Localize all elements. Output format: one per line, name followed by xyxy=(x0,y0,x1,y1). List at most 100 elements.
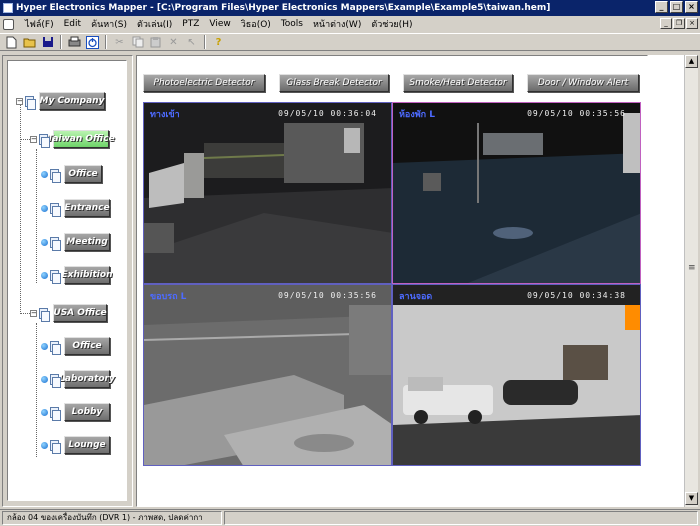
tree-button-my-company[interactable]: My Company xyxy=(39,92,105,110)
pointer-icon[interactable]: ↖ xyxy=(184,35,199,50)
tree-button-camera[interactable]: Lounge xyxy=(64,436,110,454)
tree-node-usa-office[interactable]: − USA Office xyxy=(30,304,107,322)
camera-timestamp: 09/05/10 00:35:56 xyxy=(527,109,626,118)
camera-status-icon xyxy=(41,204,48,212)
camera-label: ห้องพัก L xyxy=(399,110,435,120)
tree-button-camera[interactable]: Exhibition xyxy=(62,266,112,284)
app-window: Hyper Electronics Mapper - [C:\Program F… xyxy=(0,0,700,526)
help-icon[interactable]: ? xyxy=(211,35,226,50)
vertical-scrollbar[interactable]: ▲ ≡ ▼ xyxy=(684,55,698,507)
menu-window[interactable]: หน้าต่าง(W) xyxy=(308,17,366,31)
open-icon[interactable] xyxy=(22,35,37,50)
tree-button-usa-office[interactable]: USA Office xyxy=(53,304,107,322)
tree-button-camera[interactable]: Office xyxy=(64,165,102,183)
close-button[interactable]: × xyxy=(685,1,698,13)
menu-help[interactable]: ตัวช่วย(H) xyxy=(366,17,417,31)
alarm-button-door-window[interactable]: Door / Window Alert xyxy=(527,74,639,92)
status-message: กล้อง 04 ของเครื่องบันทึก (DVR 1) - ภาพส… xyxy=(2,511,222,525)
video-grid: ทางเข้า 09/05/10 00:36:04 ห้องพัก L 09/0… xyxy=(143,102,641,466)
minimize-button[interactable]: _ xyxy=(655,1,668,13)
print-icon[interactable] xyxy=(67,35,82,50)
copy-icon[interactable] xyxy=(130,35,145,50)
camera-feed[interactable]: ทางเข้า 09/05/10 00:36:04 xyxy=(143,102,392,284)
camera-icon xyxy=(50,236,61,251)
scroll-thumb[interactable]: ≡ xyxy=(688,263,696,273)
camera-icon xyxy=(50,168,61,183)
menu-view[interactable]: View xyxy=(204,19,235,29)
power-icon[interactable] xyxy=(85,35,100,50)
menu-edit[interactable]: Edit xyxy=(59,19,86,29)
camera-icon xyxy=(50,202,61,217)
mdi-restore-button[interactable]: ❐ xyxy=(673,18,685,29)
menu-file[interactable]: ไฟล์(F) xyxy=(20,17,59,31)
paste-icon[interactable] xyxy=(148,35,163,50)
site-tree-panel: − My Company − Taiwan Office Office Entr… xyxy=(2,55,133,507)
window-controls: _ □ × xyxy=(655,1,698,13)
toolbar: ✂ ✕ ↖ ? xyxy=(0,33,700,51)
camera-image xyxy=(144,103,391,283)
tree-connector xyxy=(36,323,37,457)
tree-button-camera[interactable]: Meeting xyxy=(64,233,110,251)
tree-node-root[interactable]: − My Company xyxy=(16,92,105,110)
camera-image xyxy=(393,103,640,283)
tree-node-camera[interactable]: Lounge xyxy=(41,436,110,454)
collapse-icon[interactable]: − xyxy=(30,135,37,143)
maximize-button[interactable]: □ xyxy=(670,1,683,13)
camera-icon xyxy=(50,439,61,454)
new-icon[interactable] xyxy=(4,35,19,50)
tree-button-camera[interactable]: Office xyxy=(64,337,110,355)
tree-button-taiwan-office[interactable]: Taiwan Office xyxy=(47,130,115,148)
mdi-close-button[interactable]: × xyxy=(686,18,698,29)
camera-feed[interactable]: ขอบรถ L 09/05/10 00:35:56 xyxy=(143,284,392,466)
document-icon[interactable] xyxy=(3,18,14,30)
camera-status-icon xyxy=(41,441,48,449)
alarm-button-row: Photoelectric Detector Glass Break Detec… xyxy=(143,74,639,92)
tree-node-camera[interactable]: Office xyxy=(41,337,110,355)
alarm-button-photoelectric[interactable]: Photoelectric Detector xyxy=(143,74,265,92)
scroll-down-icon[interactable]: ▼ xyxy=(685,492,698,505)
menu-tools[interactable]: Tools xyxy=(276,19,308,29)
camera-icon xyxy=(50,340,61,355)
camera-icon xyxy=(50,269,61,284)
camera-feed[interactable]: ลานจอด 09/05/10 00:34:38 xyxy=(392,284,641,466)
tree-button-camera[interactable]: Entrance xyxy=(64,199,110,217)
tree-node-camera[interactable]: Lobby xyxy=(41,403,110,421)
collapse-icon[interactable]: − xyxy=(16,97,23,105)
title-bar[interactable]: Hyper Electronics Mapper - [C:\Program F… xyxy=(0,0,700,16)
collapse-icon[interactable]: − xyxy=(30,309,37,317)
cut-icon[interactable]: ✂ xyxy=(112,35,127,50)
camera-icon xyxy=(50,373,61,388)
alarm-button-smoke-heat[interactable]: Smoke/Heat Detector xyxy=(403,74,513,92)
tree-node-camera[interactable]: Laboratory xyxy=(41,370,115,388)
menu-player[interactable]: ตัวเล่น(I) xyxy=(132,17,177,31)
tree-node-camera[interactable]: Entrance xyxy=(41,199,110,217)
camera-status-icon xyxy=(41,375,48,383)
scroll-up-icon[interactable]: ▲ xyxy=(685,55,698,68)
site-icon xyxy=(39,307,50,322)
menu-search[interactable]: ค้นหา(S) xyxy=(86,17,132,31)
status-panel-empty xyxy=(224,511,698,525)
tree-button-camera[interactable]: Lobby xyxy=(64,403,110,421)
camera-status-icon xyxy=(41,408,48,416)
menu-ptz[interactable]: PTZ xyxy=(177,19,204,29)
tree-node-taiwan-office[interactable]: − Taiwan Office xyxy=(30,130,115,148)
tree-node-camera[interactable]: Exhibition xyxy=(41,266,112,284)
status-bar: กล้อง 04 ของเครื่องบันทึก (DVR 1) - ภาพส… xyxy=(0,509,700,526)
camera-status-icon xyxy=(41,170,48,178)
toolbar-separator xyxy=(105,35,107,49)
site-tree: − My Company − Taiwan Office Office Entr… xyxy=(7,60,127,501)
camera-image xyxy=(393,285,640,465)
tree-node-camera[interactable]: Meeting xyxy=(41,233,110,251)
camera-status-icon xyxy=(41,271,48,279)
delete-icon[interactable]: ✕ xyxy=(166,35,181,50)
camera-feed[interactable]: ห้องพัก L 09/05/10 00:35:56 xyxy=(392,102,641,284)
tree-connector xyxy=(36,149,37,283)
save-icon[interactable] xyxy=(40,35,55,50)
mdi-minimize-button[interactable]: _ xyxy=(660,18,672,29)
tree-node-camera[interactable]: Office xyxy=(41,165,102,183)
alarm-button-glass-break[interactable]: Glass Break Detector xyxy=(279,74,389,92)
tree-button-camera[interactable]: Laboratory xyxy=(59,370,115,388)
site-icon xyxy=(25,95,36,110)
camera-status-icon xyxy=(41,342,48,350)
menu-video[interactable]: วิธอ(O) xyxy=(236,17,276,31)
